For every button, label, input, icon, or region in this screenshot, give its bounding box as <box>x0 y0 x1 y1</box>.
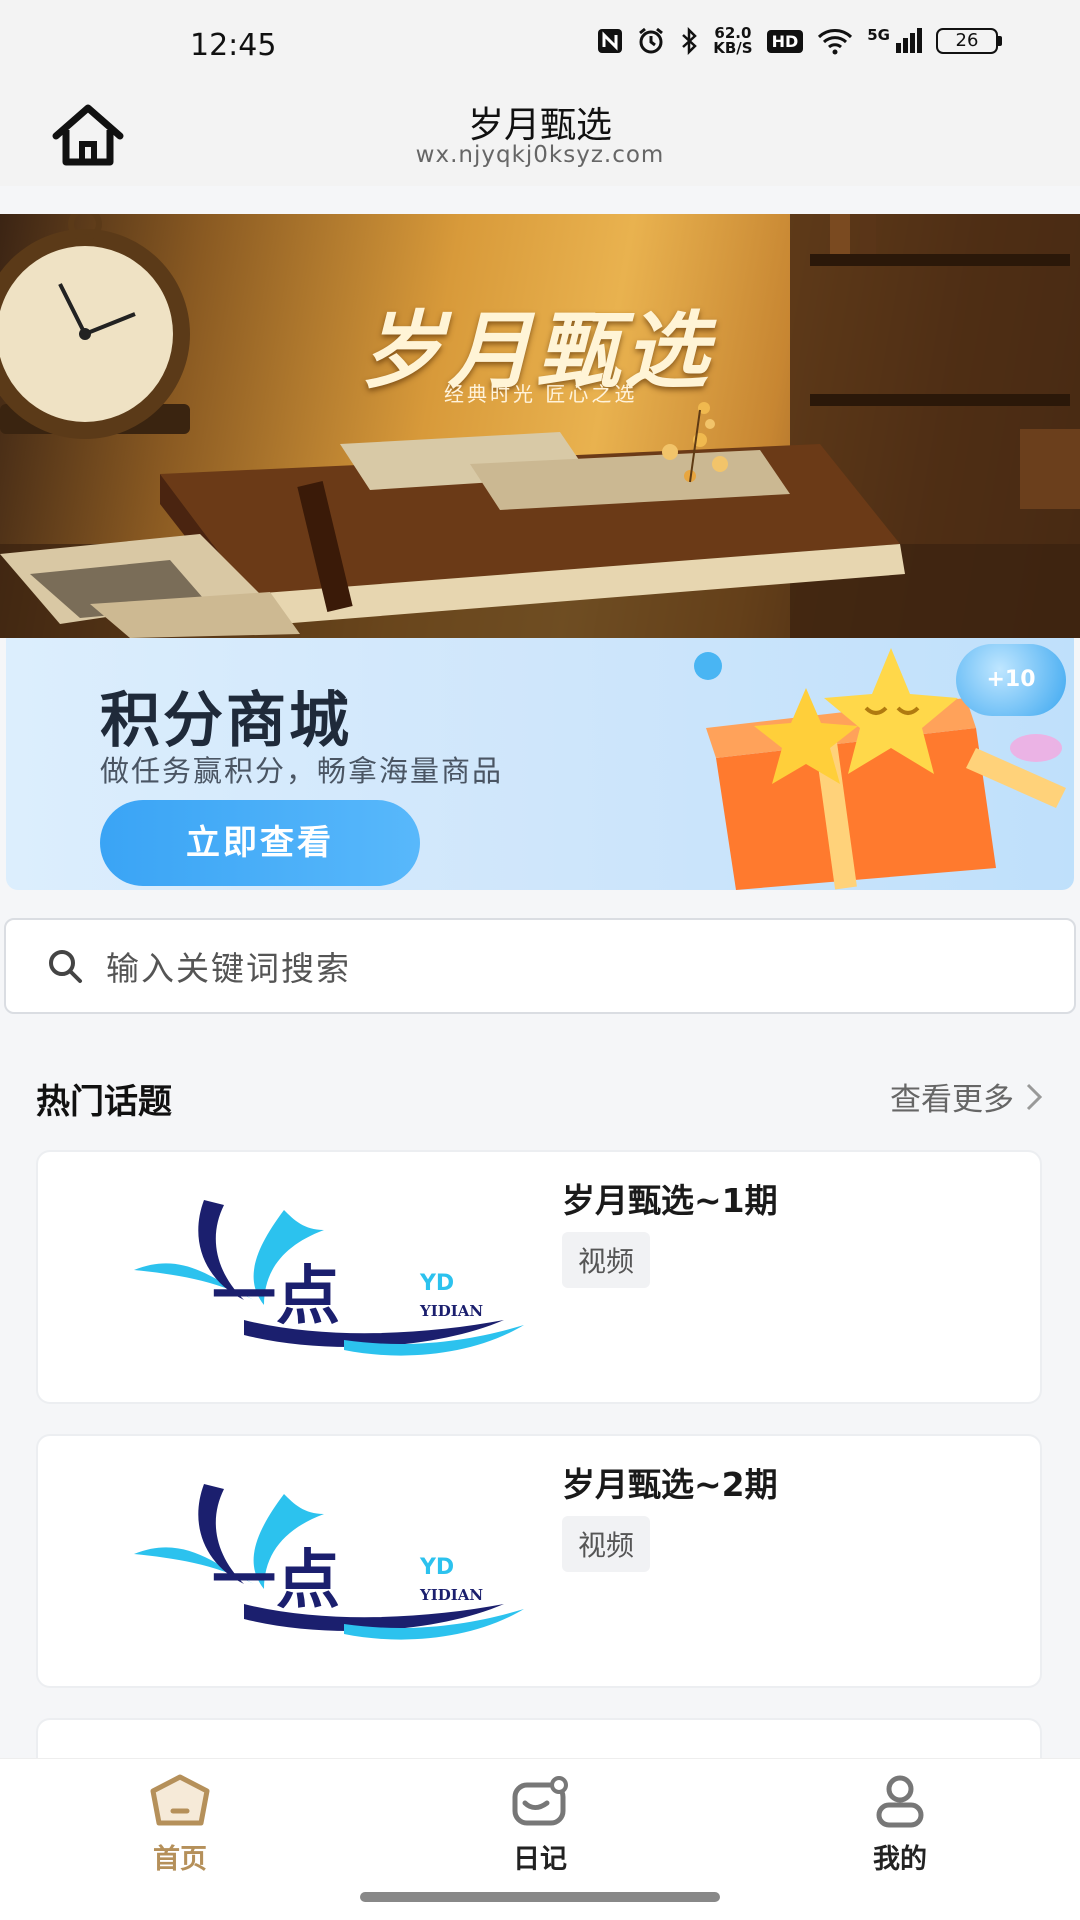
logo-text: 一点 <box>212 1544 340 1618</box>
home-indicator[interactable] <box>360 1892 720 1902</box>
tab-diary-label: 日记 <box>513 1844 567 1875</box>
points-badge: +10 <box>956 644 1066 716</box>
logo-en: YIDIAN <box>419 1586 483 1604</box>
search-input[interactable]: 输入关键词搜索 <box>106 942 351 990</box>
topic-card[interactable]: 一点 YD YIDIAN 岁月甄选~2期 视频 <box>36 1434 1042 1688</box>
topic-tag: 视频 <box>562 1232 651 1288</box>
yidian-logo: 一点 YD YIDIAN <box>134 1484 524 1640</box>
topic-card[interactable]: 一点 YD YIDIAN 岁月甄选~1期 视频 <box>36 1150 1042 1404</box>
tab-diary[interactable]: 日记 <box>440 1773 640 1893</box>
status-icons: 62.0 KB/S HD 5G 26 <box>597 26 1002 56</box>
signal-icon <box>896 28 922 53</box>
tab-home-label: 首页 <box>153 1844 207 1875</box>
chevron-right-icon <box>1026 1083 1043 1110</box>
bluetooth-icon <box>682 27 698 55</box>
wifi-icon <box>818 29 853 55</box>
status-time: 12:45 <box>190 28 277 63</box>
hd-badge: HD <box>766 29 804 53</box>
nfc-icon <box>598 29 623 53</box>
hero-illustration <box>0 214 1080 638</box>
status-bar: 12:45 62.0 KB/S HD 5G 26 <box>0 0 1080 90</box>
page-title: 岁月甄选 <box>467 105 612 146</box>
topic-tag: 视频 <box>562 1516 651 1572</box>
logo-badge: YD <box>419 1271 454 1296</box>
topic-title: 岁月甄选~1期 <box>562 1181 778 1220</box>
tab-profile[interactable]: 我的 <box>800 1773 1000 1893</box>
network-type: 5G <box>867 26 890 44</box>
topic-title: 岁月甄选~2期 <box>562 1465 778 1504</box>
battery-icon: 26 <box>936 28 1002 54</box>
diary-icon <box>512 1776 568 1826</box>
logo-text: 一点 <box>212 1260 340 1334</box>
logo-badge: YD <box>419 1555 454 1580</box>
view-more-label: 查看更多 <box>890 1082 1014 1118</box>
mall-title: 积分商城 <box>100 686 352 756</box>
search-icon <box>49 950 82 983</box>
tab-profile-label: 我的 <box>873 1844 927 1875</box>
alarm-icon <box>639 27 664 54</box>
logo-en: YIDIAN <box>419 1302 483 1320</box>
nav-bar: 岁月甄选 wx.njyqkj0ksyz.com <box>0 90 1080 186</box>
network-speed: 62.0 KB/S <box>713 24 753 57</box>
page-url: wx.njyqkj0ksyz.com <box>415 142 665 168</box>
user-icon <box>876 1775 924 1828</box>
mall-subtitle: 做任务赢积分，畅拿海量商品 <box>100 754 504 788</box>
points-mall-banner[interactable]: +10 积分商城 做任务赢积分，畅拿海量商品 立即查看 <box>6 638 1074 890</box>
view-more-link[interactable]: 查看更多 <box>890 1074 1044 1119</box>
yidian-logo: 一点 YD YIDIAN <box>134 1200 524 1356</box>
tab-home[interactable]: 首页 <box>80 1773 280 1893</box>
search-bar[interactable]: 输入关键词搜索 <box>4 918 1076 1014</box>
view-now-button[interactable]: 立即查看 <box>100 800 420 886</box>
hero-banner[interactable]: 岁月甄选 经典时光 匠心之选 <box>0 214 1080 638</box>
hot-topics-title: 热门话题 <box>36 1082 172 1122</box>
home-icon <box>150 1774 210 1826</box>
hero-subtitle: 经典时光 匠心之选 <box>444 382 638 406</box>
